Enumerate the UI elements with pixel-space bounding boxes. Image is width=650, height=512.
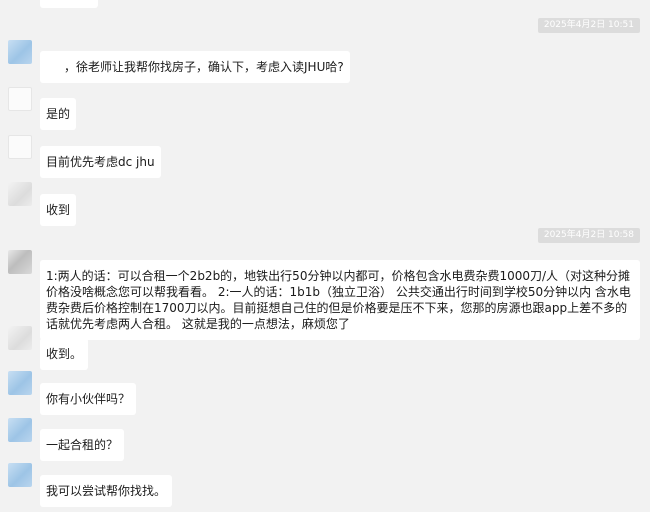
user-avatar[interactable] [8, 87, 32, 111]
timestamp: 2025年4月2日 10:58 [537, 228, 640, 243]
agent-avatar[interactable] [8, 40, 32, 64]
user-avatar[interactable] [8, 182, 32, 206]
message-bubble[interactable]: 收到 [40, 194, 77, 226]
user-avatar[interactable] [8, 250, 32, 274]
agent-avatar[interactable] [8, 463, 32, 487]
previous-message-bubble [40, 0, 98, 8]
message-bubble[interactable]: 目前优先考虑dc jhu [40, 146, 161, 178]
message-bubble[interactable]: 一起合租的？ [40, 429, 125, 461]
message-bubble[interactable]: ，徐老师让我帮你找房子，确认下，考虑入读JHU哈? [40, 51, 350, 83]
agent-avatar[interactable] [8, 371, 32, 395]
message-bubble[interactable]: 收到。 [40, 338, 89, 370]
message-bubble[interactable]: 我可以尝试帮你找找。 [40, 475, 173, 507]
timestamp: 2025年4月2日 10:51 [537, 18, 640, 33]
user-avatar[interactable] [8, 326, 32, 350]
message-bubble[interactable]: 是的 [40, 98, 77, 130]
user-avatar[interactable] [8, 135, 32, 159]
message-bubble[interactable]: 你有小伙伴吗？ [40, 383, 137, 415]
message-bubble[interactable]: 1:两人的话：可以合租一个2b2b的，地铁出行50分钟以内都可，价格包含水电费杂… [40, 260, 640, 340]
agent-avatar[interactable] [8, 418, 32, 442]
